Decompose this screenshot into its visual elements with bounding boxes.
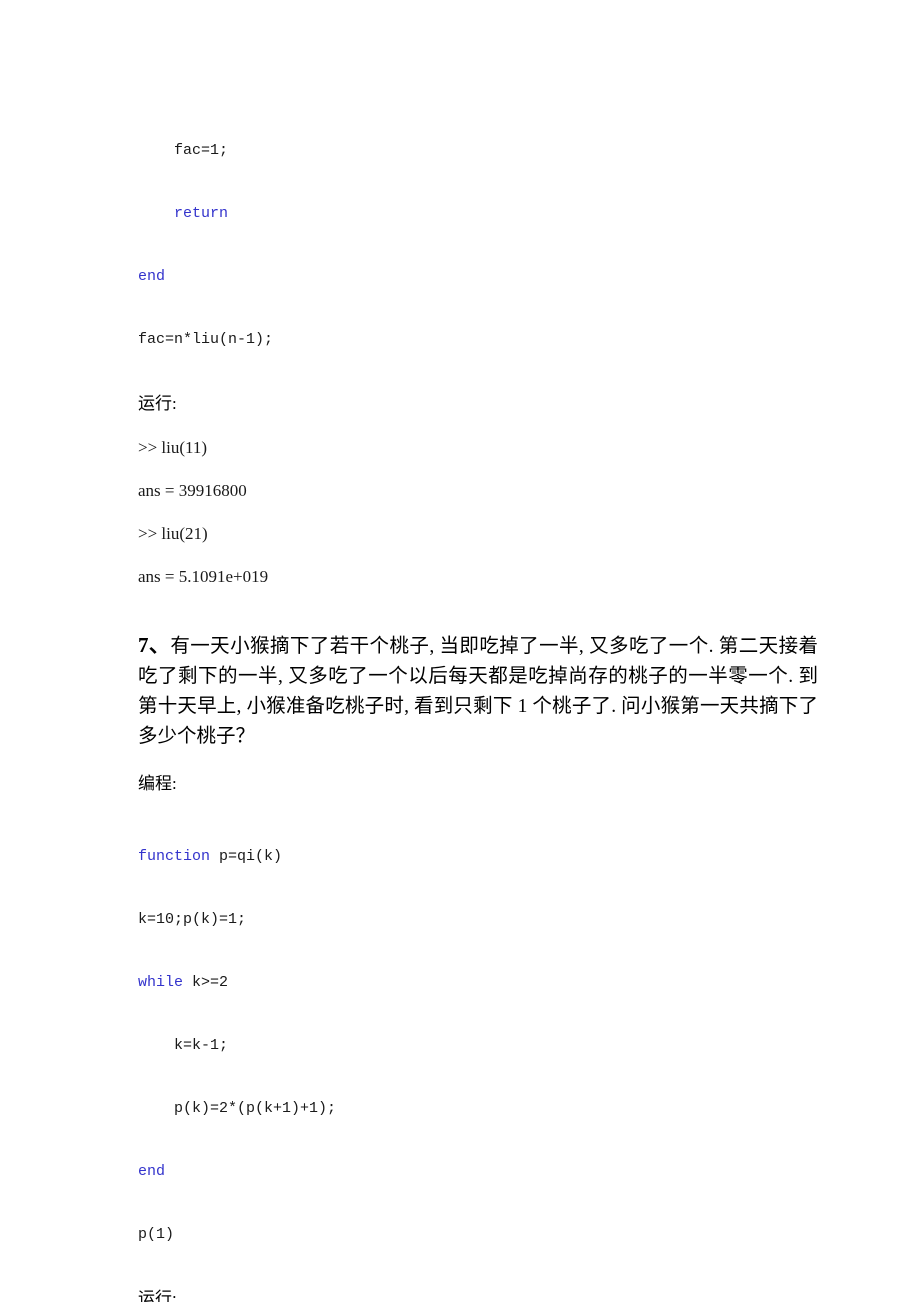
code-line: k=10;p(k)=1; — [138, 909, 818, 930]
code-text: p(k)=2*(p(k+1)+1); — [174, 1100, 337, 1117]
code-text: p=qi(k) — [210, 848, 283, 865]
console-line: ans = 39916800 — [138, 481, 247, 500]
code-text: fac=1; — [174, 142, 229, 159]
page-content: fac=1; return end fac=n*liu(n-1); 运行: >>… — [138, 98, 818, 1302]
code-line: end — [138, 1161, 818, 1182]
code-line: k=k-1; — [138, 1035, 818, 1056]
code-text: k=10;p(k)=1; — [138, 911, 247, 928]
code-line: return — [138, 203, 818, 224]
code-block-liu: fac=1; return end fac=n*liu(n-1); — [138, 98, 818, 392]
code-line: p(k)=2*(p(k+1)+1); — [138, 1098, 818, 1119]
program-label-7: 编程: — [138, 774, 177, 793]
code-text: k>=2 — [183, 974, 229, 991]
code-keyword: return — [174, 205, 229, 222]
code-block-qi: function p=qi(k) k=10;p(k)=1; while k>=2… — [138, 804, 818, 1287]
code-text: p(1) — [138, 1226, 175, 1243]
run-label-1: 运行: — [138, 394, 177, 413]
code-line: p(1) — [138, 1224, 818, 1245]
console-line: ans = 5.1091e+019 — [138, 567, 269, 586]
code-text: k=k-1; — [174, 1037, 229, 1054]
code-keyword: function — [138, 848, 211, 865]
code-text: fac=n*liu(n-1); — [138, 331, 274, 348]
document-page: fac=1; return end fac=n*liu(n-1); 运行: >>… — [0, 0, 920, 1302]
code-keyword: end — [138, 268, 166, 285]
code-keyword: while — [138, 974, 184, 991]
problem-7-statement: 7、有一天小猴摘下了若干个桃子, 当即吃掉了一半, 又多吃了一个. 第二天接着吃… — [138, 630, 818, 752]
run-label-7: 运行: — [138, 1289, 177, 1302]
code-line: fac=1; — [138, 140, 818, 161]
console-line: >> liu(11) — [138, 438, 208, 457]
code-line: function p=qi(k) — [138, 846, 818, 867]
problem-7-number: 7、 — [138, 633, 171, 657]
code-line: fac=n*liu(n-1); — [138, 329, 818, 350]
code-line: end — [138, 266, 818, 287]
code-line: while k>=2 — [138, 972, 818, 993]
code-keyword: end — [138, 1163, 166, 1180]
problem-7-text: 有一天小猴摘下了若干个桃子, 当即吃掉了一半, 又多吃了一个. 第二天接着吃了剩… — [138, 636, 818, 747]
console-line: >> liu(21) — [138, 524, 208, 543]
